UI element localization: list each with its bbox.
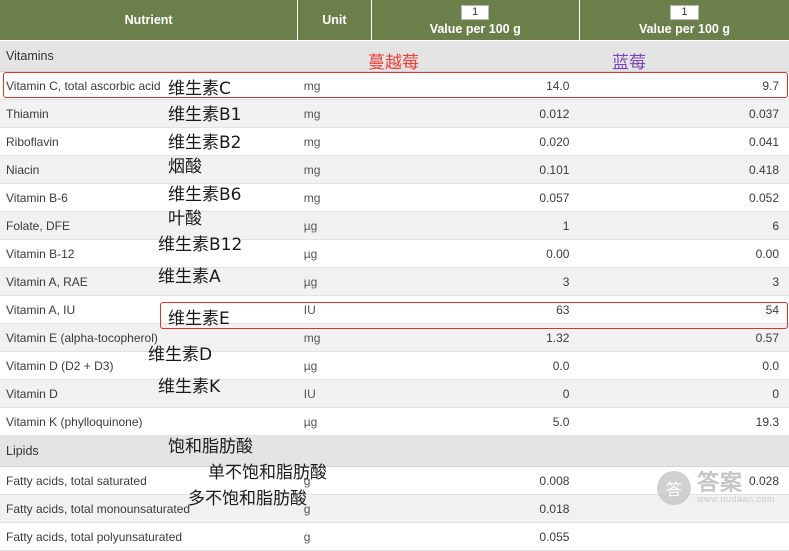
row-value-2: [579, 522, 789, 551]
row-name: Vitamin B-6: [0, 183, 298, 212]
section-row-vitamins: Vitamins: [0, 40, 789, 72]
watermark: 答 答案 www.nudaan.com: [656, 471, 775, 505]
table-row: Vitamin B-6 mg 0.057 0.052: [0, 183, 789, 212]
watermark-title: 答案: [696, 470, 743, 496]
row-value-1: 0.008: [371, 466, 580, 495]
row-value-1: 14.0: [371, 71, 580, 100]
row-unit: g: [297, 522, 372, 551]
row-value-1: 0.055: [371, 522, 580, 551]
row-name: Niacin: [0, 155, 298, 184]
table-header: Nutrient Unit 1 Value per 100 g 1 Value …: [0, 0, 789, 41]
row-name: Riboflavin: [0, 127, 298, 156]
row-value-1: 5.0: [371, 407, 580, 436]
row-name: Vitamin D (D2 + D3): [0, 351, 298, 380]
row-name: Thiamin: [0, 99, 298, 128]
row-unit: µg: [297, 351, 372, 380]
watermark-text: 答案 www.nudaan.com: [697, 472, 775, 505]
row-name: Vitamin A, RAE: [0, 267, 298, 296]
row-value-2: 0: [579, 379, 789, 408]
section-title-lipids: Lipids: [0, 435, 789, 467]
row-unit: g: [297, 494, 372, 523]
row-name: Vitamin D: [0, 379, 298, 408]
header-value-2-label: Value per 100 g: [638, 22, 730, 36]
row-value-1: 3: [371, 267, 580, 296]
header-nutrient: Nutrient: [0, 0, 299, 41]
row-value-2: 0.418: [579, 155, 789, 184]
row-value-1: 0.101: [371, 155, 580, 184]
row-unit: mg: [297, 323, 372, 352]
table-row: Vitamin K (phylloquinone) µg 5.0 19.3: [0, 407, 789, 436]
header-unit: Unit: [297, 0, 372, 41]
row-unit: IU: [297, 379, 372, 408]
row-value-1: 0.012: [371, 99, 580, 128]
table-row: Folate, DFE µg 1 6: [0, 211, 789, 240]
table-row: Vitamin B-12 µg 0.00 0.00: [0, 239, 789, 268]
table-header-row: Nutrient Unit 1 Value per 100 g 1 Value …: [0, 0, 789, 41]
row-name: Vitamin K (phylloquinone): [0, 407, 298, 436]
nutrient-table: Nutrient Unit 1 Value per 100 g 1 Value …: [0, 0, 789, 551]
table-row: Thiamin mg 0.012 0.037: [0, 99, 789, 128]
header-value-1-label: Value per 100 g: [429, 22, 521, 36]
section-row-lipids: Lipids: [0, 435, 789, 467]
table-row: Vitamin D IU 0 0: [0, 379, 789, 408]
row-value-2: 0.57: [579, 323, 789, 352]
header-value-2-number: 1: [670, 5, 699, 20]
row-unit: µg: [297, 239, 372, 268]
table-row: Vitamin A, IU IU 63 54: [0, 295, 789, 324]
row-unit: mg: [297, 155, 372, 184]
row-value-1: 0.0: [371, 351, 580, 380]
row-name: Fatty acids, total monounsaturated: [0, 494, 298, 523]
watermark-url: www.nudaan.com: [696, 493, 775, 504]
table-row: Vitamin C, total ascorbic acid mg 14.0 9…: [0, 71, 789, 100]
row-value-1: 0.018: [371, 494, 580, 523]
table-row: Niacin mg 0.101 0.418: [0, 155, 789, 184]
watermark-logo-icon: 答: [656, 471, 691, 505]
row-value-2: 0.052: [579, 183, 789, 212]
row-unit: µg: [297, 407, 372, 436]
row-unit: mg: [297, 99, 372, 128]
row-value-1: 63: [371, 295, 580, 324]
row-name: Vitamin E (alpha-tocopherol): [0, 323, 298, 352]
row-name: Folate, DFE: [0, 211, 298, 240]
row-value-2: 0.00: [579, 239, 789, 268]
table-row: Fatty acids, total polyunsaturated g 0.0…: [0, 522, 789, 551]
row-value-1: 0.020: [371, 127, 580, 156]
row-value-2: 19.3: [579, 407, 789, 436]
row-unit: µg: [297, 267, 372, 296]
row-value-1: 0.057: [371, 183, 580, 212]
table-row: Vitamin D (D2 + D3) µg 0.0 0.0: [0, 351, 789, 380]
row-name: Vitamin B-12: [0, 239, 298, 268]
row-value-2: 54: [579, 295, 789, 324]
table-row: Riboflavin mg 0.020 0.041: [0, 127, 789, 156]
row-value-1: 0: [371, 379, 580, 408]
row-name: Fatty acids, total saturated: [0, 466, 298, 495]
row-value-1: 1: [371, 211, 580, 240]
table-row: Vitamin E (alpha-tocopherol) mg 1.32 0.5…: [0, 323, 789, 352]
header-value-1: 1 Value per 100 g: [370, 0, 580, 41]
row-value-2: 0.037: [579, 99, 789, 128]
nutrient-table-page: Nutrient Unit 1 Value per 100 g 1 Value …: [0, 0, 789, 551]
row-unit: mg: [297, 71, 372, 100]
row-unit: µg: [297, 211, 372, 240]
row-value-2: 0.0: [579, 351, 789, 380]
row-value-1: 0.00: [371, 239, 580, 268]
row-value-2: 9.7: [579, 71, 789, 100]
row-unit: g: [297, 466, 372, 495]
row-name: Vitamin C, total ascorbic acid: [0, 71, 298, 100]
row-value-2: 0.041: [579, 127, 789, 156]
row-name: Fatty acids, total polyunsaturated: [0, 522, 298, 551]
row-name: Vitamin A, IU: [0, 295, 298, 324]
row-value-2: 6: [579, 211, 789, 240]
header-value-1-number: 1: [461, 5, 490, 20]
table-row: Vitamin A, RAE µg 3 3: [0, 267, 789, 296]
header-value-2: 1 Value per 100 g: [578, 0, 789, 41]
section-title-vitamins: Vitamins: [0, 40, 789, 72]
row-unit: mg: [297, 183, 372, 212]
row-value-1: 1.32: [371, 323, 580, 352]
row-unit: IU: [297, 295, 372, 324]
row-value-2: 3: [579, 267, 789, 296]
row-unit: mg: [297, 127, 372, 156]
